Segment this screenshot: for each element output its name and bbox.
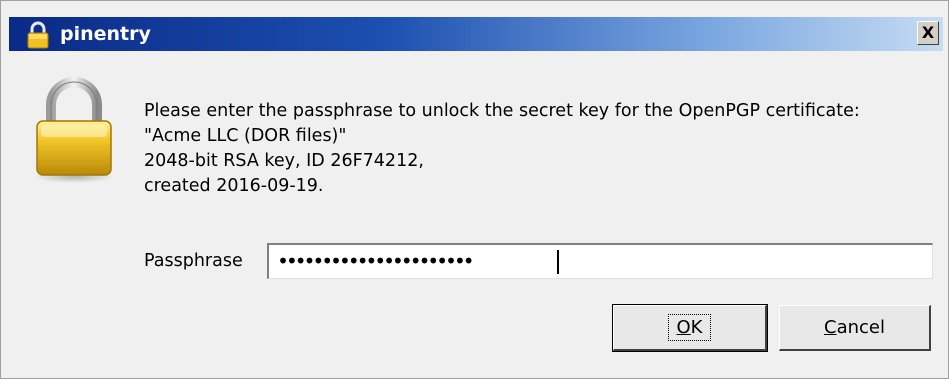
close-icon: X <box>921 23 935 42</box>
title-bar[interactable]: pinentry X <box>9 17 943 51</box>
dialog-body: Please enter the passphrase to unlock th… <box>9 51 943 373</box>
close-button[interactable]: X <box>917 21 939 45</box>
message-line: "Acme LLC (DOR files)" <box>144 126 347 146</box>
ok-button[interactable]: OK <box>612 304 768 352</box>
cancel-button[interactable]: Cancel <box>779 305 931 351</box>
passphrase-masked-value: •••••••••••••••••••••• <box>277 249 475 273</box>
pinentry-window: pinentry X Please enter the passphrase t… <box>0 0 949 379</box>
message-line: created 2016-09-19. <box>144 176 324 196</box>
cancel-button-label: Cancel <box>824 317 885 338</box>
passphrase-label: Passphrase <box>144 251 243 271</box>
text-caret <box>557 250 559 274</box>
passphrase-input[interactable]: •••••••••••••••••••••• <box>267 243 933 279</box>
padlock-icon <box>34 77 114 183</box>
window-title: pinentry <box>60 23 151 45</box>
lock-icon <box>27 21 49 49</box>
ok-button-label: OK <box>667 314 712 341</box>
prompt-message: Please enter the passphrase to unlock th… <box>144 99 860 199</box>
message-line: Please enter the passphrase to unlock th… <box>144 101 860 121</box>
message-line: 2048-bit RSA key, ID 26F74212, <box>144 151 424 171</box>
